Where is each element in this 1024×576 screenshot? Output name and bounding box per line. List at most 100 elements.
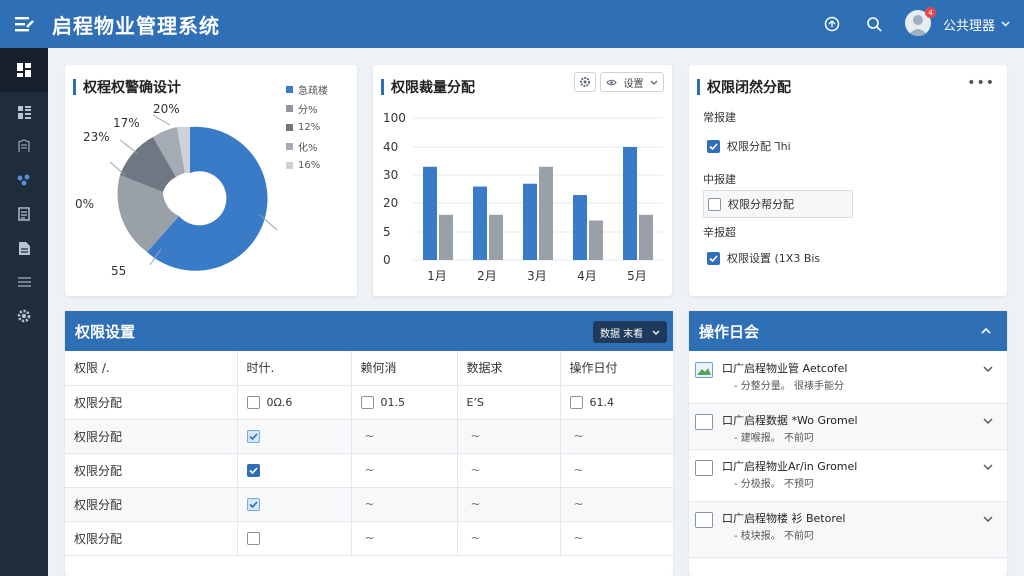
chevron-down-icon: [983, 464, 993, 470]
legend-item: 16%: [286, 156, 328, 175]
cell-value: ~: [470, 429, 481, 443]
sidebar-item-building[interactable]: [0, 129, 48, 163]
log-item[interactable]: 口广启程数据 *Wo Gromel - 建喉报。 不前叼: [689, 404, 1007, 450]
cell-value: ~: [364, 531, 375, 545]
app-title: 启程物业管理系统: [52, 13, 220, 38]
y-tick-label: 100: [383, 111, 406, 125]
table-row[interactable]: 权限分配 0Ω.6 01.5 E’S 61.4: [65, 385, 673, 420]
user-avatar[interactable]: 4: [904, 7, 936, 38]
pie-legend: 急疏楼分% 12% 化% 16%: [286, 80, 328, 175]
log-item-subtitle: - 建喉报。 不前叼: [734, 433, 814, 444]
cell-value: ~: [470, 463, 481, 477]
chevron-down-icon: [652, 330, 660, 335]
legend-item: 分%: [286, 99, 328, 118]
cell-value: E’S: [466, 395, 484, 409]
bar: [573, 195, 587, 260]
cell-value: ~: [364, 429, 375, 443]
legend-label: 16%: [298, 160, 321, 171]
checkbox-unchecked[interactable]: [708, 197, 721, 211]
col-header-2: 赖何消: [350, 351, 457, 386]
bar: [439, 214, 453, 260]
row-name: 权限分配: [65, 453, 237, 488]
document-icon: [695, 414, 713, 430]
log-panel-header: 操作日会: [689, 311, 1007, 351]
search-icon[interactable]: [863, 13, 885, 35]
records-icon: [17, 206, 30, 221]
chevron-up-icon[interactable]: [981, 327, 991, 334]
checkbox-checked[interactable]: [246, 497, 260, 511]
checkbox-unchecked[interactable]: [569, 395, 583, 409]
legend-label: 化%: [298, 143, 318, 154]
gear-icon: [17, 309, 31, 323]
log-item[interactable]: 口广启程物楼 衫 Betorel - 枝块报。 不前叼: [689, 502, 1007, 558]
settings-panel-title: 权限设置: [75, 322, 136, 341]
users-icon: [17, 174, 30, 186]
more-icon[interactable]: •••: [967, 76, 995, 90]
sidebar-item-records[interactable]: [0, 197, 48, 231]
sidebar-item-users[interactable]: [0, 163, 48, 197]
table-row[interactable]: 权限分配 ~ ~ ~: [65, 487, 673, 522]
sidebar-item-documents[interactable]: [0, 231, 48, 265]
sidebar-item-menu[interactable]: [0, 265, 48, 299]
checkbox-unchecked[interactable]: [246, 395, 260, 409]
sidebar-item-dashboard[interactable]: [0, 48, 48, 92]
log-item-subtitle: - 分极报。 不预叼: [734, 479, 814, 490]
cell-value: ~: [364, 497, 375, 511]
checkbox-checked[interactable]: [707, 139, 720, 153]
log-item-subtitle: - 枝块报。 不前叼: [734, 531, 814, 542]
perm-option-3[interactable]: 权限设置 (1X3 Bis: [703, 244, 853, 272]
legend-label: 分%: [298, 105, 318, 116]
col-header-name: 权限 /.: [65, 351, 237, 386]
checkbox-checked[interactable]: [246, 463, 260, 477]
bar: [473, 186, 487, 260]
sidebar-item-list[interactable]: [0, 95, 48, 129]
x-tick-label: 2月: [477, 269, 497, 283]
x-tick-label: 4月: [577, 269, 597, 283]
settings-panel-header: 权限设置: [65, 311, 673, 351]
row-name: 权限分配: [65, 419, 237, 454]
table-row[interactable]: 权限分配 ~ ~ ~: [65, 419, 673, 454]
filter-dropdown[interactable]: 数据 末看: [593, 321, 667, 343]
perm-option-3-label: 权限设置 (1X3 Bis: [727, 252, 821, 265]
sidebar-item-settings[interactable]: [0, 299, 48, 333]
x-tick-label: 3月: [527, 269, 547, 283]
perm-option-2[interactable]: 权限分帮分配: [703, 190, 853, 218]
notification-badge: 4: [924, 7, 936, 18]
sidebar: [0, 48, 48, 576]
perm-section-1-label: 常报建: [703, 111, 736, 124]
checkbox-checked[interactable]: [707, 251, 720, 265]
log-item-title: 口广启程物楼 衫 Betorel: [722, 512, 846, 525]
y-tick-label: 30: [383, 168, 398, 182]
y-tick-label: 0: [383, 253, 391, 267]
user-menu[interactable]: 公共理器: [943, 15, 1010, 34]
log-item[interactable]: 口广启程物业管 Aetcofel - 分整分量。 很裱手能分: [689, 352, 1007, 404]
grid-list-icon: [17, 105, 31, 119]
checkbox-unchecked[interactable]: [360, 395, 374, 409]
checkbox-unchecked[interactable]: [246, 531, 260, 545]
perm-option-1[interactable]: 权限分配 ⅂hi: [703, 132, 853, 160]
bar: [489, 214, 503, 260]
help-icon[interactable]: [821, 13, 843, 35]
cell-value: ~: [470, 497, 481, 511]
legend-label: 急疏楼: [298, 86, 328, 97]
document-icon: [18, 241, 30, 255]
chevron-down-icon: [1001, 21, 1010, 27]
legend-swatch: [286, 162, 293, 169]
x-tick-label: 5月: [627, 269, 647, 283]
pie-label-0: 0%: [75, 197, 94, 211]
checkbox-checked[interactable]: [246, 429, 260, 443]
bar: [423, 166, 437, 260]
log-item-title: 口广启程数据 *Wo Gromel: [722, 414, 858, 427]
log-item-title: 口广启程物业管 Aetcofel: [722, 362, 848, 375]
table-row[interactable]: 权限分配 ~ ~ ~: [65, 521, 673, 556]
legend-label: 12%: [298, 122, 321, 133]
pie-label-55: 55: [111, 264, 126, 278]
cell-value: ~: [573, 463, 584, 477]
user-name: 公共理器: [942, 18, 995, 34]
log-item[interactable]: 口广启程物业Ar/in Gromel - 分极报。 不预叼: [689, 450, 1007, 502]
table-row[interactable]: 权限分配 ~ ~ ~: [65, 453, 673, 488]
row-name: 权限分配: [65, 487, 237, 522]
bar: [623, 147, 637, 260]
menu-icon: [17, 277, 31, 287]
y-tick-label: 5: [383, 225, 391, 239]
